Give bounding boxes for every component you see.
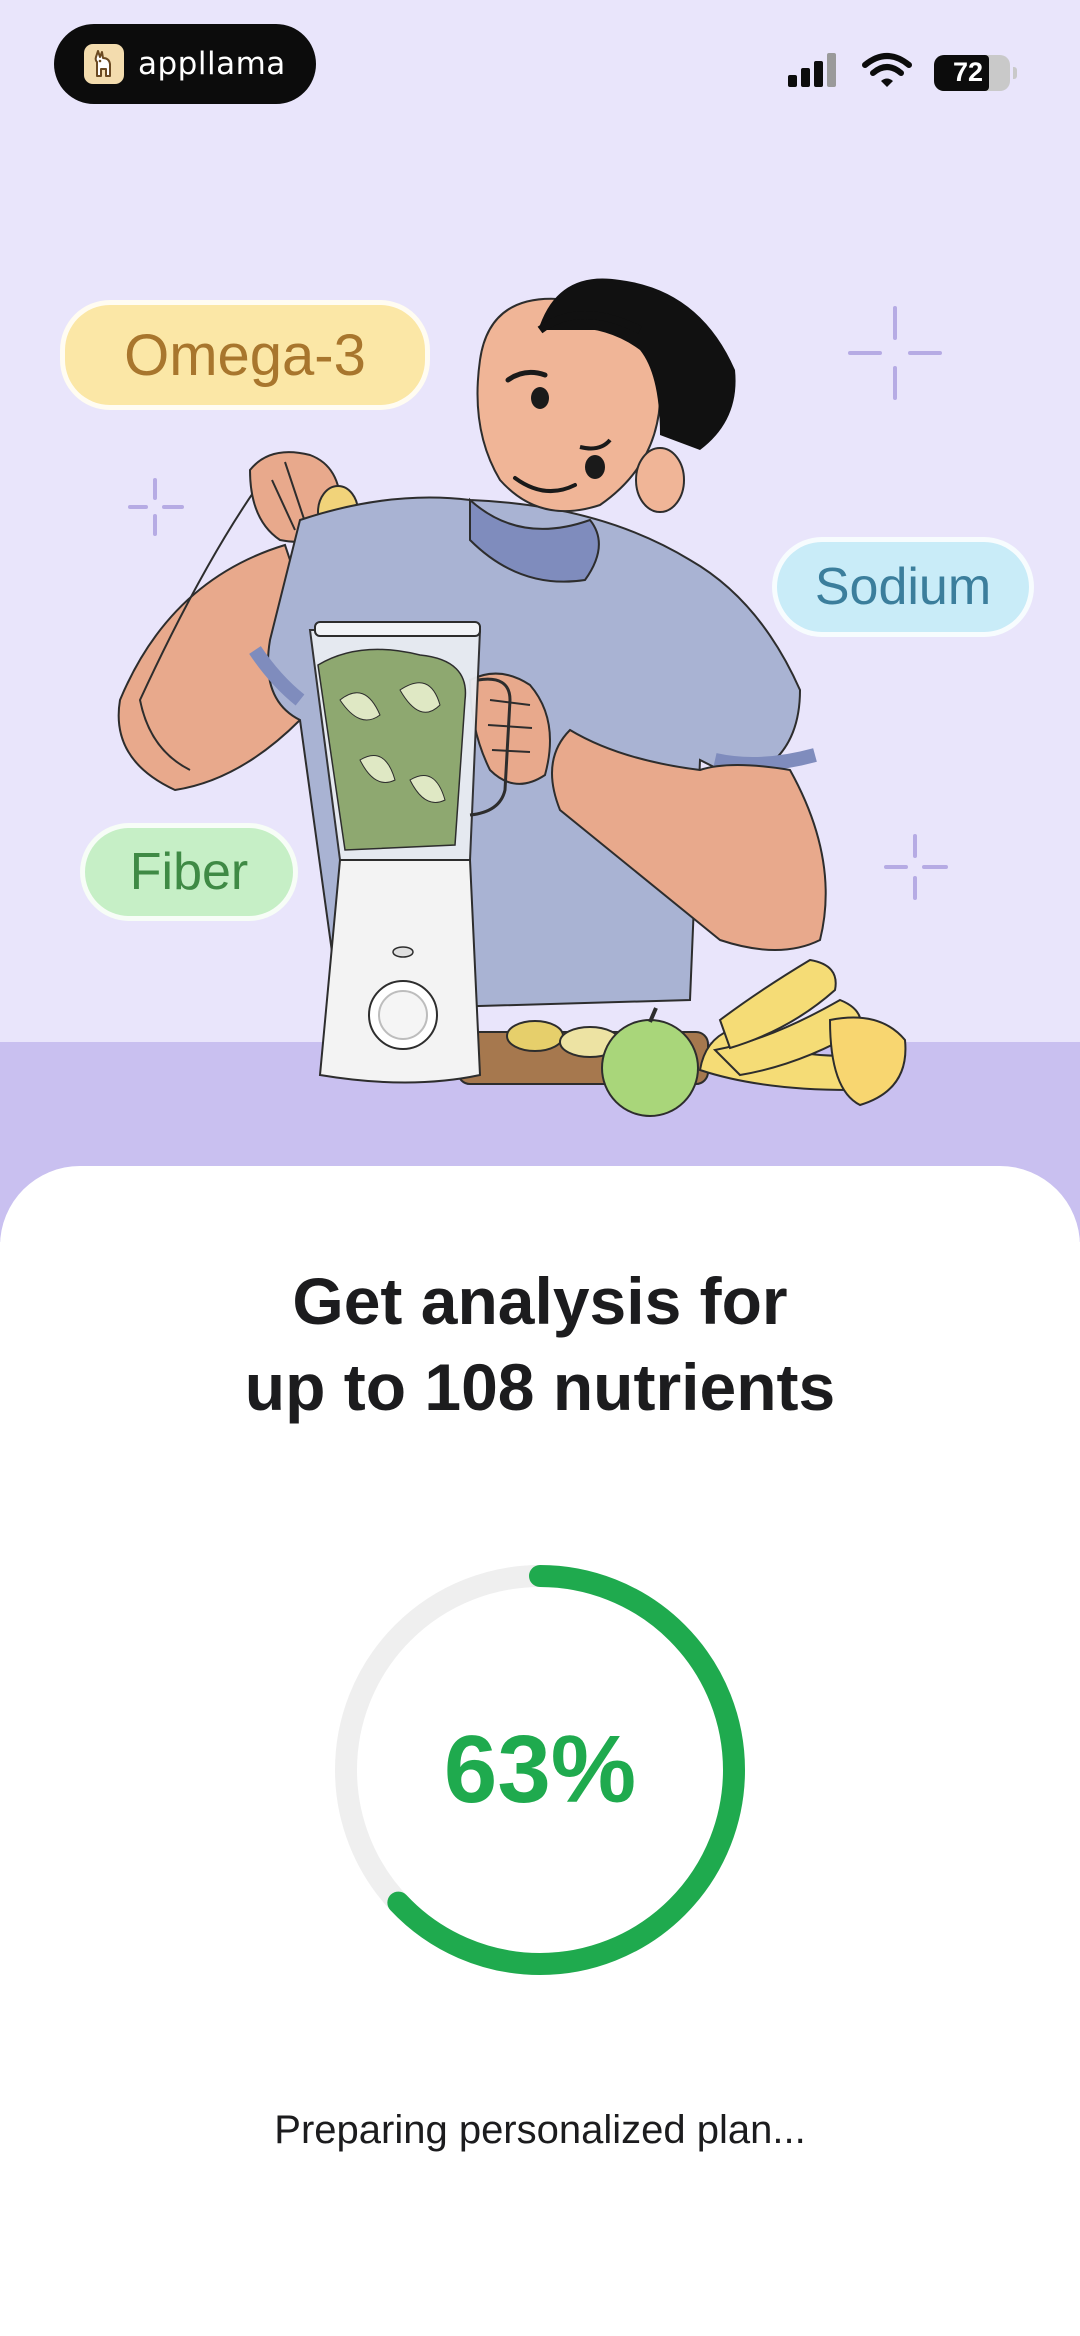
title-line-1: Get analysis for: [292, 1264, 788, 1338]
nutrient-tag-sodium: Sodium: [772, 537, 1034, 637]
title-line-2: up to 108 nutrients: [244, 1350, 836, 1424]
nutrient-tag-fiber: Fiber: [80, 823, 298, 921]
progress-ring: 63%: [330, 1560, 750, 1980]
nutrient-tag-omega-3: Omega-3: [60, 300, 430, 410]
progress-percentage: 63%: [443, 1716, 637, 1823]
page-title: Get analysis for up to 108 nutrients: [0, 1258, 1080, 1430]
loading-status-text: Preparing personalized plan...: [274, 2108, 806, 2152]
